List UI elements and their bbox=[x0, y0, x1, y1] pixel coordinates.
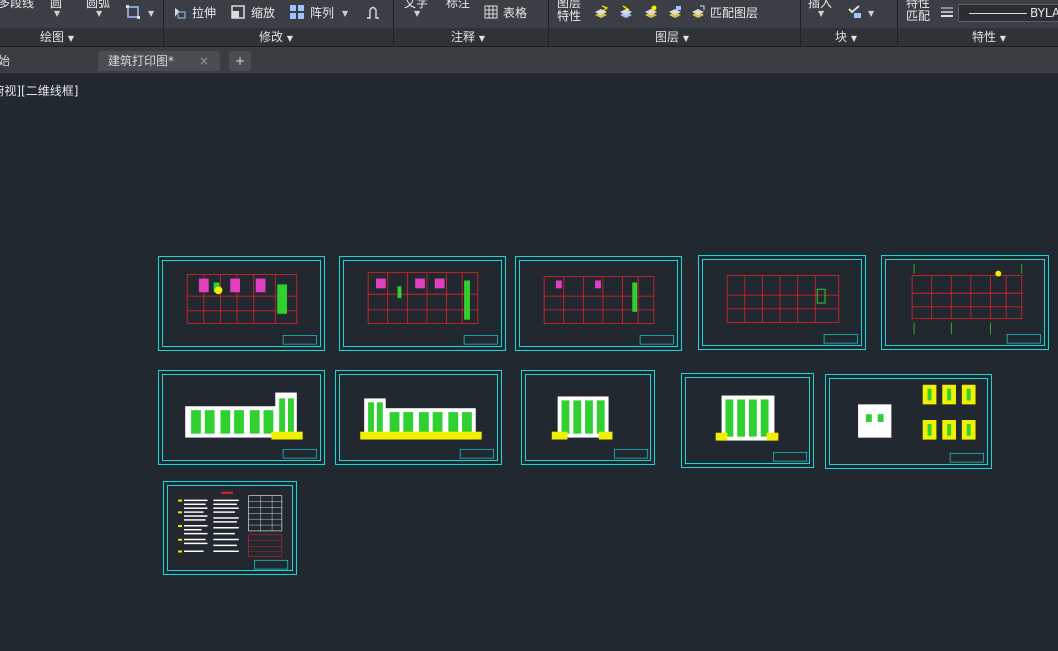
scale-icon bbox=[231, 5, 245, 19]
match-properties-label-2: 匹配 bbox=[906, 9, 931, 23]
tab-active-drawing[interactable]: 建筑打印图* × bbox=[98, 51, 220, 71]
floor-plan-drawing bbox=[367, 272, 498, 345]
ribbon: 多段线 圆 ▼ 圆弧 ▼ ▼ 拉伸 缩放 阵列 ▼ 文字 ▼ 标注 表格 图层 … bbox=[0, 0, 1058, 46]
stretch-label: 拉伸 bbox=[192, 6, 217, 20]
layer-properties-button-2[interactable]: 特性 bbox=[557, 9, 581, 23]
dimension-label: 标注 bbox=[446, 0, 471, 10]
match-properties-button-2[interactable]: 匹配 bbox=[906, 9, 930, 23]
arc-dropdown-icon[interactable]: ▼ bbox=[96, 9, 102, 19]
notes-drawing bbox=[178, 491, 289, 570]
lineweight-icon bbox=[941, 7, 953, 17]
scale-label: 缩放 bbox=[251, 6, 276, 20]
block-edit-dropdown-icon[interactable]: ▼ bbox=[868, 9, 874, 19]
group-properties-label: 特性 bbox=[972, 30, 997, 44]
group-layer-label: 图层 bbox=[655, 30, 680, 44]
array-button[interactable]: 阵列 bbox=[310, 6, 334, 20]
group-block-chevron-icon: ▼ bbox=[850, 34, 857, 43]
sheet-elevation-1[interactable] bbox=[158, 370, 325, 465]
polyline-button[interactable]: 多段线 bbox=[0, 0, 34, 10]
group-annotate[interactable]: 注释 ▼ bbox=[451, 29, 485, 47]
group-block[interactable]: 块 ▼ bbox=[835, 29, 857, 47]
ribbon-group-bar bbox=[0, 28, 1058, 47]
elevation-drawing bbox=[360, 398, 494, 459]
layer-isolate-icon[interactable] bbox=[619, 5, 633, 19]
stretch-button[interactable]: 拉伸 bbox=[192, 6, 216, 20]
floor-plan-drawing bbox=[726, 275, 858, 344]
group-modify-label: 修改 bbox=[259, 30, 284, 44]
table-label: 表格 bbox=[503, 6, 528, 20]
roof-plan-drawing bbox=[911, 263, 1041, 344]
group-annotate-chevron-icon: ▼ bbox=[478, 34, 485, 43]
sheet-floor-plan-1[interactable] bbox=[158, 256, 325, 351]
group-block-label: 块 bbox=[835, 30, 848, 44]
array-icon bbox=[290, 5, 304, 19]
tab-active-label: 建筑打印图* bbox=[108, 54, 175, 68]
group-draw-chevron-icon: ▼ bbox=[67, 34, 74, 43]
tab-start[interactable]: 开始 bbox=[0, 51, 96, 71]
details-drawing bbox=[858, 384, 984, 463]
table-icon bbox=[484, 5, 498, 19]
floor-plan-drawing bbox=[186, 274, 317, 345]
layer-freeze-icon[interactable] bbox=[644, 5, 658, 19]
group-properties-chevron-icon: ▼ bbox=[999, 34, 1006, 43]
layer-lock-icon[interactable] bbox=[668, 5, 682, 19]
scale-button[interactable]: 缩放 bbox=[251, 6, 275, 20]
stretch-icon bbox=[175, 8, 186, 19]
block-edit-icon[interactable] bbox=[848, 5, 862, 19]
tab-close-icon[interactable]: × bbox=[199, 51, 209, 71]
sheet-elevation-2[interactable] bbox=[335, 370, 502, 465]
sheet-elevation-3[interactable] bbox=[521, 370, 655, 465]
viewport-label-text: [-][俯视][二维线框] bbox=[0, 84, 79, 98]
floor-plan-drawing bbox=[543, 276, 674, 345]
tab-start-label: 开始 bbox=[0, 54, 11, 68]
viewport-label[interactable]: [-][俯视][二维线框] bbox=[0, 82, 78, 99]
table-button[interactable]: 表格 bbox=[503, 6, 527, 20]
circle-dropdown-icon[interactable]: ▼ bbox=[54, 9, 60, 19]
array-label: 阵列 bbox=[310, 6, 335, 20]
sheet-floor-plan-4[interactable] bbox=[698, 255, 866, 350]
array-dropdown-icon[interactable]: ▼ bbox=[342, 9, 348, 19]
layer-off-icon[interactable] bbox=[594, 5, 608, 19]
linetype-value: BYLA bbox=[1030, 6, 1058, 20]
drawing-canvas[interactable]: [-][俯视][二维线框] bbox=[0, 73, 1058, 651]
edit-polyline-icon[interactable] bbox=[366, 5, 380, 19]
elevation-drawing bbox=[715, 395, 808, 462]
layer-properties-label-2: 特性 bbox=[557, 9, 582, 23]
group-modify[interactable]: 修改 ▼ bbox=[259, 29, 293, 47]
sheet-roof-plan[interactable] bbox=[881, 255, 1049, 350]
match-layer-button[interactable]: 匹配图层 bbox=[710, 6, 758, 20]
linetype-select[interactable]: BYLA bbox=[958, 4, 1058, 22]
group-annotate-label: 注释 bbox=[451, 30, 476, 44]
text-dropdown-icon[interactable]: ▼ bbox=[414, 9, 420, 19]
group-layer-chevron-icon: ▼ bbox=[682, 34, 689, 43]
group-layer[interactable]: 图层 ▼ bbox=[655, 29, 689, 47]
elevation-drawing bbox=[551, 396, 649, 459]
sheet-details[interactable] bbox=[825, 374, 992, 469]
polyline-label: 多段线 bbox=[0, 0, 35, 10]
sheet-floor-plan-3[interactable] bbox=[515, 256, 682, 351]
match-layer-icon bbox=[692, 5, 705, 18]
linetype-preview-line bbox=[969, 13, 1027, 14]
rectangle-dropdown-icon[interactable]: ▼ bbox=[148, 9, 154, 19]
elevation-drawing bbox=[185, 392, 317, 459]
group-draw[interactable]: 绘图 ▼ bbox=[40, 29, 74, 47]
insert-dropdown-icon[interactable]: ▼ bbox=[818, 9, 824, 19]
group-properties[interactable]: 特性 ▼ bbox=[972, 29, 1006, 47]
file-tab-bar: 开始 建筑打印图* × + bbox=[0, 47, 1058, 73]
sheet-elevation-4[interactable] bbox=[681, 373, 814, 468]
dimension-button[interactable]: 标注 bbox=[446, 0, 470, 10]
plus-icon: + bbox=[234, 54, 246, 68]
sheet-design-notes[interactable] bbox=[163, 481, 297, 575]
match-layer-label: 匹配图层 bbox=[710, 6, 759, 20]
sheet-floor-plan-2[interactable] bbox=[339, 256, 506, 351]
new-tab-button[interactable]: + bbox=[229, 51, 251, 71]
rectangle-tool-icon[interactable] bbox=[126, 5, 140, 19]
group-draw-label: 绘图 bbox=[40, 30, 65, 44]
group-modify-chevron-icon: ▼ bbox=[286, 34, 293, 43]
